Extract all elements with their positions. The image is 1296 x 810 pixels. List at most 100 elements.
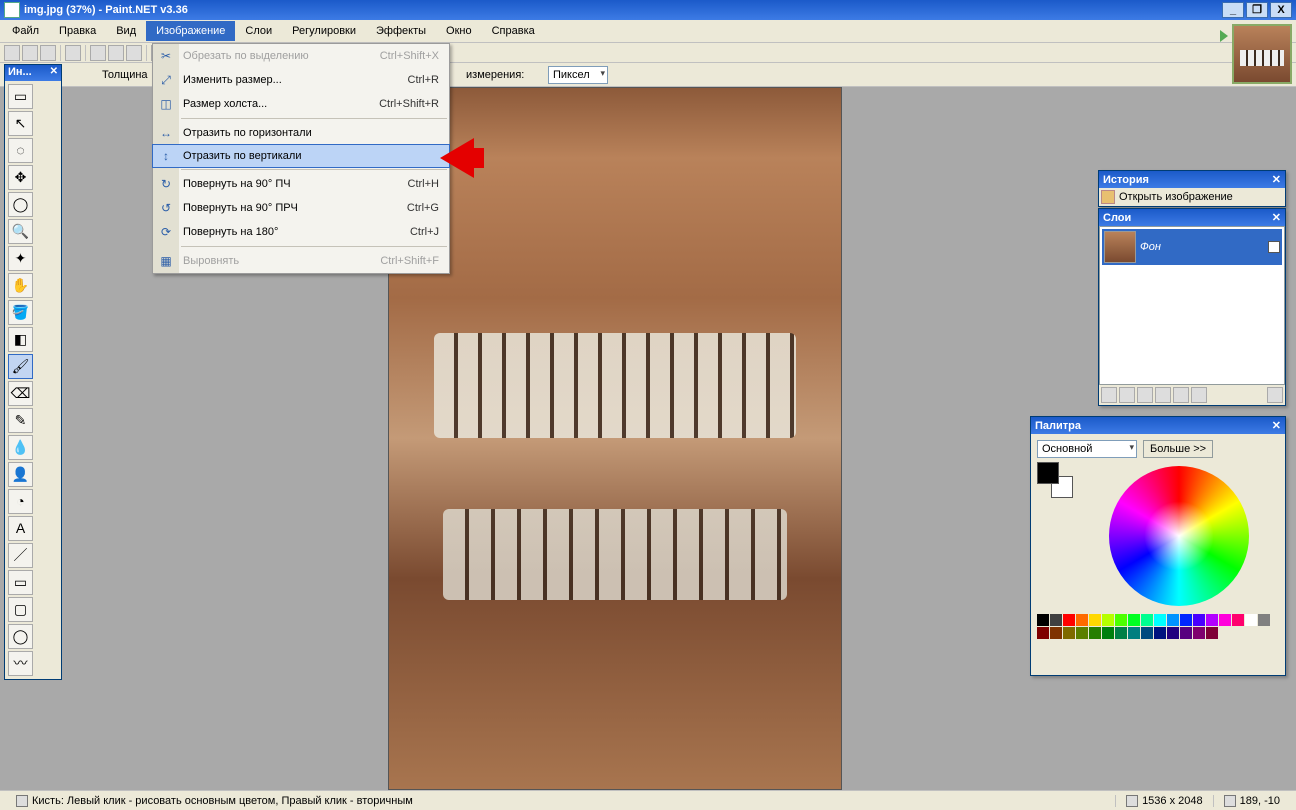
color-swatch[interactable] <box>1115 614 1127 626</box>
move-tool[interactable]: ↖ <box>8 111 33 136</box>
menu-flip-horizontal[interactable]: ↔Отразить по горизонтали <box>153 121 449 145</box>
layers-header[interactable]: Слои✕ <box>1099 209 1285 226</box>
new-icon[interactable] <box>4 45 20 61</box>
ellipse-tool[interactable]: ◯ <box>8 624 33 649</box>
brush-tool[interactable]: 🖌 <box>8 354 33 379</box>
fg-color-swatch[interactable] <box>1037 462 1059 484</box>
menu-adjustments[interactable]: Регулировки <box>282 21 366 41</box>
text-tool[interactable]: A <box>8 516 33 541</box>
menu-view[interactable]: Вид <box>106 21 146 41</box>
color-swatch[interactable] <box>1219 614 1231 626</box>
eraser-tool[interactable]: ⌫ <box>8 381 33 406</box>
merge-down-icon[interactable] <box>1155 387 1171 403</box>
minimize-button[interactable]: _ <box>1222 2 1244 18</box>
close-icon[interactable]: ✕ <box>1272 173 1281 186</box>
close-button[interactable]: X <box>1270 2 1292 18</box>
recolor-tool[interactable]: ◔ <box>8 489 33 514</box>
menu-window[interactable]: Окно <box>436 21 482 41</box>
tools-header[interactable]: Ин...✕ <box>5 65 61 81</box>
close-icon[interactable]: ✕ <box>1272 211 1281 224</box>
color-swatch[interactable] <box>1102 627 1114 639</box>
color-swatch[interactable] <box>1258 614 1270 626</box>
close-icon[interactable]: ✕ <box>50 66 58 80</box>
duplicate-layer-icon[interactable] <box>1137 387 1153 403</box>
pan-tool[interactable]: ✋ <box>8 273 33 298</box>
menu-effects[interactable]: Эффекты <box>366 21 436 41</box>
color-swatch[interactable] <box>1063 614 1075 626</box>
rectangle-select-tool[interactable]: ▭ <box>8 84 33 109</box>
menu-rotate-ccw[interactable]: ↺Повернуть на 90° ПРЧCtrl+G <box>153 196 449 220</box>
history-entry[interactable]: Открыть изображение <box>1099 188 1285 206</box>
color-swatch[interactable] <box>1141 627 1153 639</box>
color-swatch[interactable] <box>1193 614 1205 626</box>
pencil-tool[interactable]: ✎ <box>8 408 33 433</box>
freeform-tool[interactable]: 〰 <box>8 651 33 676</box>
paste-icon[interactable] <box>126 45 142 61</box>
menu-file[interactable]: Файл <box>2 21 49 41</box>
menu-image[interactable]: Изображение <box>146 21 235 41</box>
color-swatch[interactable] <box>1050 614 1062 626</box>
color-swatch[interactable] <box>1128 627 1140 639</box>
palette-header[interactable]: Палитра✕ <box>1031 417 1285 434</box>
color-swatch[interactable] <box>1089 614 1101 626</box>
more-button[interactable]: Больше >> <box>1143 440 1213 458</box>
clone-tool[interactable]: 👤 <box>8 462 33 487</box>
lasso-tool[interactable]: ◌ <box>8 138 33 163</box>
layer-visible-checkbox[interactable]: ✓ <box>1268 241 1280 253</box>
move-up-icon[interactable] <box>1173 387 1189 403</box>
layer-row[interactable]: Фон ✓ <box>1102 229 1282 265</box>
maximize-button[interactable]: ❐ <box>1246 2 1268 18</box>
delete-layer-icon[interactable] <box>1119 387 1135 403</box>
close-icon[interactable]: ✕ <box>1272 419 1281 432</box>
fgbg-swatch[interactable] <box>1037 462 1073 498</box>
rectangle-tool[interactable]: ▭ <box>8 570 33 595</box>
colorpicker-tool[interactable]: 💧 <box>8 435 33 460</box>
menu-flip-vertical[interactable]: ↕Отразить по вертикали <box>152 144 450 168</box>
menu-layers[interactable]: Слои <box>235 21 282 41</box>
color-swatch[interactable] <box>1245 614 1257 626</box>
color-swatch[interactable] <box>1037 627 1049 639</box>
history-header[interactable]: История✕ <box>1099 171 1285 188</box>
color-swatch[interactable] <box>1193 627 1205 639</box>
color-swatch[interactable] <box>1232 614 1244 626</box>
menu-resize[interactable]: ⤢Изменить размер...Ctrl+R <box>153 68 449 92</box>
copy-icon[interactable] <box>108 45 124 61</box>
unit-select[interactable]: Пиксел <box>548 66 608 84</box>
add-layer-icon[interactable] <box>1101 387 1117 403</box>
menu-rotate-180[interactable]: ⟳Повернуть на 180°Ctrl+J <box>153 220 449 244</box>
canvas[interactable] <box>388 87 842 790</box>
color-swatch[interactable] <box>1128 614 1140 626</box>
color-swatch[interactable] <box>1167 627 1179 639</box>
save-icon[interactable] <box>40 45 56 61</box>
print-icon[interactable] <box>65 45 81 61</box>
color-swatch[interactable] <box>1180 614 1192 626</box>
color-swatch[interactable] <box>1154 614 1166 626</box>
document-thumbnail[interactable] <box>1232 24 1292 84</box>
roundrect-tool[interactable]: ▢ <box>8 597 33 622</box>
menu-edit[interactable]: Правка <box>49 21 106 41</box>
color-swatch[interactable] <box>1037 614 1049 626</box>
color-swatch[interactable] <box>1206 614 1218 626</box>
color-swatch[interactable] <box>1206 627 1218 639</box>
color-swatch[interactable] <box>1167 614 1179 626</box>
color-swatch[interactable] <box>1089 627 1101 639</box>
color-swatch[interactable] <box>1076 627 1088 639</box>
color-swatch[interactable] <box>1154 627 1166 639</box>
color-swatch[interactable] <box>1076 614 1088 626</box>
line-tool[interactable]: ／ <box>8 543 33 568</box>
color-swatch[interactable] <box>1180 627 1192 639</box>
color-wheel[interactable] <box>1109 466 1249 606</box>
color-swatch[interactable] <box>1141 614 1153 626</box>
gradient-tool[interactable]: ◧ <box>8 327 33 352</box>
layer-properties-icon[interactable] <box>1267 387 1283 403</box>
move-selection-tool[interactable]: ✥ <box>8 165 33 190</box>
color-swatch[interactable] <box>1063 627 1075 639</box>
zoom-tool[interactable]: 🔍 <box>8 219 33 244</box>
fill-tool[interactable]: 🪣 <box>8 300 33 325</box>
ellipse-select-tool[interactable]: ◯ <box>8 192 33 217</box>
cut-icon[interactable] <box>90 45 106 61</box>
color-swatch[interactable] <box>1050 627 1062 639</box>
move-down-icon[interactable] <box>1191 387 1207 403</box>
color-swatch[interactable] <box>1102 614 1114 626</box>
wand-tool[interactable]: ✦ <box>8 246 33 271</box>
